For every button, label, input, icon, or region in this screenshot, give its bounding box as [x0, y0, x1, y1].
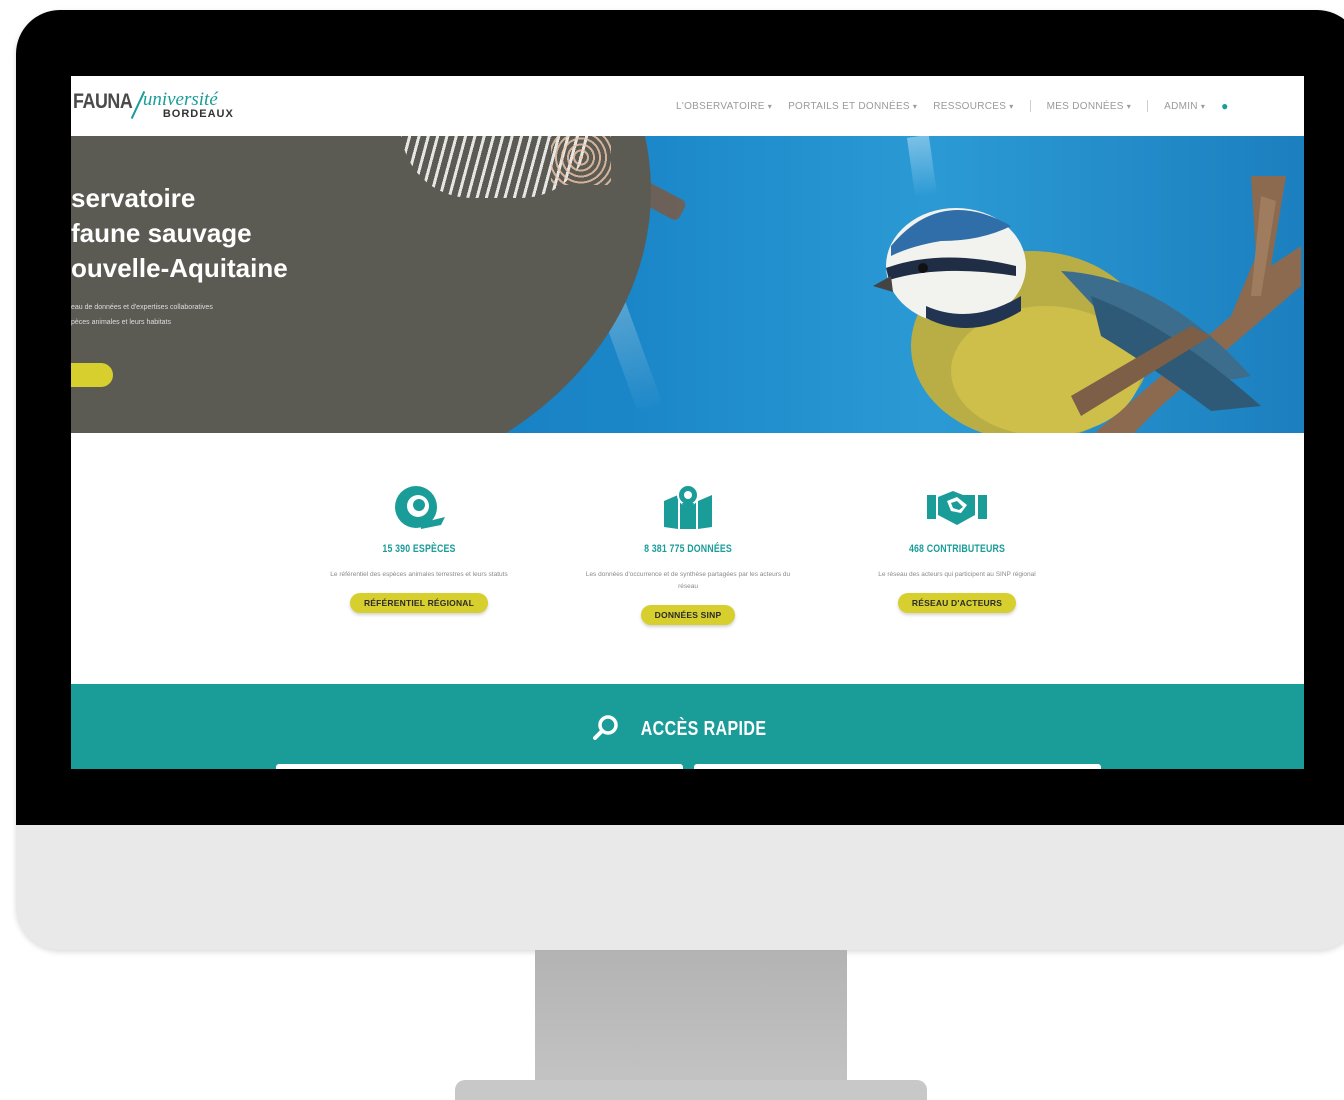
stat-description: Le référentiel des espèces animales terr… — [330, 571, 508, 578]
ammonite-icon — [304, 483, 534, 531]
caret-down-icon: ▾ — [1009, 101, 1014, 111]
user-icon[interactable]: ● — [1221, 99, 1228, 113]
donnees-sinp-button[interactable]: DONNÉES SINP — [640, 605, 736, 625]
nav-separator — [1029, 100, 1031, 112]
stat-title: 468 CONTRIBUTEURS — [908, 543, 1006, 555]
caret-down-icon: ▾ — [912, 101, 918, 111]
quick-access-section: ACCÈS RAPIDE — [71, 684, 1304, 769]
nav-item-mes-donnees[interactable]: MES DONNÉES ▾ — [1047, 101, 1132, 112]
quick-search-input[interactable] — [694, 764, 1101, 769]
hero-text: servatoire faune sauvage ouvelle-Aquitai… — [71, 181, 301, 330]
hero-description: eau de données et d'expertises collabora… — [71, 304, 213, 326]
search-icon — [592, 715, 618, 740]
caret-down-icon: ▾ — [1200, 101, 1206, 111]
nav-item-portails[interactable]: PORTAILS ET DONNÉES ▾ — [788, 101, 917, 112]
monitor-stand-base — [455, 1080, 927, 1100]
logo-university: université BORDEAUX — [143, 90, 234, 120]
stat-description: Les données d'occurrence et de synthèse … — [585, 571, 791, 590]
monitor-stand — [535, 950, 847, 1091]
caret-down-icon: ▾ — [767, 101, 773, 111]
stat-especes: 15 390 ESPÈCES Le référentiel des espèce… — [304, 483, 534, 613]
map-pin-icon — [573, 483, 803, 531]
hero-banner: servatoire faune sauvage ouvelle-Aquitai… — [71, 136, 1304, 433]
main-menu: L'OBSERVATOIRE ▾ PORTAILS ET DONNÉES ▾ RES… — [676, 99, 1228, 113]
hero-title: servatoire faune sauvage ouvelle-Aquitai… — [71, 183, 288, 283]
site-logo[interactable]: FAUNA université BORDEAUX — [73, 90, 234, 120]
caret-down-icon: ▾ — [1126, 101, 1132, 111]
handshake-icon — [842, 483, 1072, 531]
nav-item-admin[interactable]: ADMIN ▾ — [1164, 101, 1205, 112]
stat-description: Le réseau des acteurs qui participent au… — [878, 571, 1036, 578]
stat-donnees: 8 381 775 DONNÉES Les données d'occurren… — [573, 483, 803, 625]
reseau-acteurs-button[interactable]: RÉSEAU D'ACTEURS — [897, 593, 1017, 613]
top-nav: FAUNA université BORDEAUX L'OBSERVATOIRE… — [71, 76, 1304, 136]
nav-item-observatoire[interactable]: L'OBSERVATOIRE ▾ — [676, 101, 772, 112]
stat-title: 15 390 ESPÈCES — [382, 543, 456, 555]
quick-access-title: ACCÈS RAPIDE — [71, 714, 1304, 741]
decorative-pattern — [551, 136, 611, 185]
stat-contributeurs: 468 CONTRIBUTEURS Le réseau des acteurs … — [842, 483, 1072, 613]
referentiel-button[interactable]: RÉFÉRENTIEL RÉGIONAL — [349, 593, 489, 613]
logo-fauna: FAUNA — [73, 90, 133, 113]
hero-cta-button[interactable] — [71, 363, 113, 387]
stat-title: 8 381 775 DONNÉES — [644, 543, 732, 555]
logo-bordeaux: BORDEAUX — [162, 108, 234, 120]
stats-section: 15 390 ESPÈCES Le référentiel des espèce… — [71, 433, 1304, 683]
blue-tit-bird — [873, 176, 1301, 433]
quick-search-input[interactable] — [276, 764, 683, 769]
screen: FAUNA université BORDEAUX L'OBSERVATOIRE… — [71, 76, 1304, 769]
logo-universite: université — [142, 89, 218, 110]
nav-separator — [1147, 100, 1149, 112]
nav-item-ressources[interactable]: RESSOURCES ▾ — [933, 101, 1013, 112]
